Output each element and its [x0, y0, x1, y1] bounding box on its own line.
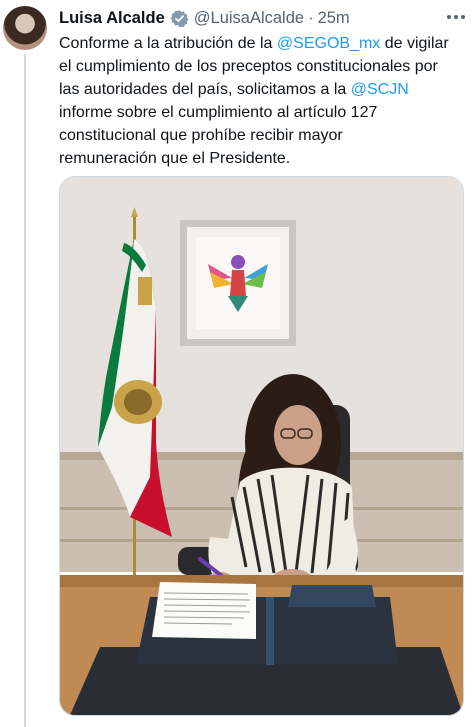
- verified-badge-icon: [170, 9, 189, 28]
- tweet-text-line: constitucional que prohíbe recibir mayor: [59, 124, 471, 147]
- tweet-text-line: Conforme a la atribución de la @SEGOB_mx…: [59, 32, 471, 55]
- mention-link-segob[interactable]: @SEGOB_mx: [277, 35, 380, 52]
- tweet[interactable]: Luisa Alcalde @LuisaAlcalde · 25m Confor…: [0, 0, 474, 727]
- tweet-text-line: las autoridades del país, solicitamos a …: [59, 78, 471, 101]
- tweet-text-line: el cumplimiento de los preceptos constit…: [59, 55, 471, 78]
- avatar[interactable]: [3, 6, 47, 50]
- text-segment: el cumplimiento de los preceptos constit…: [59, 58, 438, 75]
- more-options-icon[interactable]: [442, 6, 470, 28]
- text-segment: remuneración que el Presidente.: [59, 150, 291, 167]
- tweet-text-line: remuneración que el Presidente.: [59, 147, 471, 170]
- framed-artwork: [180, 220, 296, 346]
- tweet-text: Conforme a la atribución de la @SEGOB_mx…: [59, 32, 471, 170]
- text-segment: constitucional que prohíbe recibir mayor: [59, 127, 343, 144]
- author-handle[interactable]: @LuisaAlcalde: [194, 9, 304, 28]
- tweet-header: Luisa Alcalde @LuisaAlcalde · 25m: [59, 7, 350, 29]
- tweet-timestamp[interactable]: 25m: [318, 9, 350, 28]
- text-segment: informe sobre el cumplimiento al artícul…: [59, 104, 378, 121]
- tweet-photo[interactable]: [59, 176, 464, 716]
- separator-dot: ·: [308, 8, 314, 27]
- photo-scene: [60, 177, 463, 715]
- author-name[interactable]: Luisa Alcalde: [59, 9, 165, 28]
- text-segment: Conforme a la atribución de la: [59, 35, 277, 52]
- thread-line: [24, 54, 26, 727]
- mention-link-scjn[interactable]: @SCJN: [351, 81, 409, 98]
- text-segment: las autoridades del país, solicitamos a …: [59, 81, 351, 98]
- text-segment: de vigilar: [380, 35, 449, 52]
- tweet-text-line: informe sobre el cumplimiento al artícul…: [59, 101, 471, 124]
